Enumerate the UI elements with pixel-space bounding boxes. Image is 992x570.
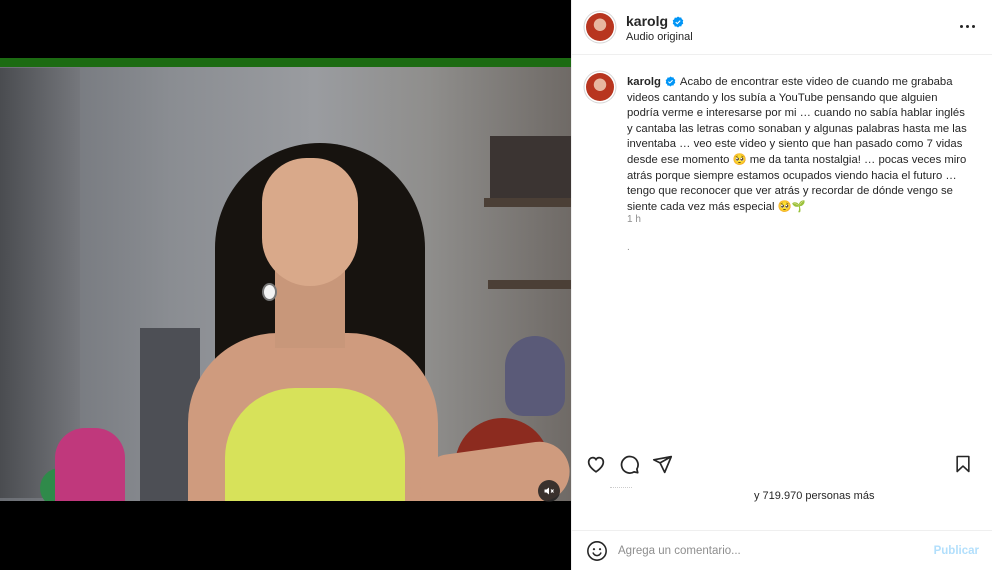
avatar[interactable] — [586, 13, 614, 41]
verified-badge-icon — [672, 16, 684, 28]
avatar[interactable] — [586, 73, 614, 101]
publish-button[interactable]: Publicar — [934, 545, 979, 557]
video-plush-toy — [505, 336, 565, 416]
video-box — [490, 136, 571, 198]
comment-input[interactable] — [618, 542, 908, 560]
video-green-stripe — [0, 58, 571, 67]
dot-mark: . — [627, 242, 630, 253]
bookmark-icon — [956, 455, 970, 473]
post-caption: karolg Acabo de encontrar este video de … — [627, 75, 972, 215]
video-player[interactable] — [0, 58, 571, 501]
emoji-button[interactable] — [586, 540, 608, 562]
video-shelf — [488, 280, 571, 289]
post-media[interactable] — [0, 0, 571, 570]
emoji-smile-icon — [587, 541, 607, 561]
more-options-icon[interactable] — [955, 16, 979, 36]
caption-text: Acabo de encontrar este video de cuando … — [627, 76, 967, 213]
video-pink-toy — [55, 428, 125, 501]
paper-plane-icon — [652, 455, 672, 473]
caption-username[interactable]: karolg — [627, 76, 661, 88]
likes-count[interactable]: y 719.970 personas más — [754, 490, 874, 502]
username-text[interactable]: karolg — [626, 13, 668, 29]
mute-button[interactable] — [538, 480, 560, 502]
speaker-muted-icon — [544, 487, 554, 495]
video-shelf — [484, 198, 571, 207]
video-person-face — [262, 158, 358, 286]
verified-badge-icon — [665, 76, 676, 87]
post-header: karolg Audio original — [572, 0, 992, 55]
add-comment-bar: Publicar — [572, 530, 992, 570]
post-timestamp[interactable]: 1 h — [627, 214, 641, 225]
video-person-top — [225, 388, 405, 501]
save-button[interactable] — [951, 452, 975, 476]
likes-summary: y 719.970 personas más — [572, 484, 992, 510]
comment-bubble-icon — [620, 455, 639, 474]
header-username[interactable]: karolg — [626, 13, 684, 29]
video-person-earring — [262, 283, 277, 301]
heart-icon — [587, 456, 605, 473]
liker-avatars[interactable] — [610, 487, 632, 491]
comments-area: karolg Acabo de encontrar este video de … — [572, 56, 992, 444]
action-bar — [572, 448, 992, 480]
audio-label[interactable]: Audio original — [626, 31, 693, 43]
post-side-panel: karolg Audio original karolg Acabo de en… — [571, 0, 992, 570]
like-button[interactable] — [584, 452, 608, 476]
comment-button[interactable] — [617, 452, 641, 476]
share-button[interactable] — [650, 452, 674, 476]
